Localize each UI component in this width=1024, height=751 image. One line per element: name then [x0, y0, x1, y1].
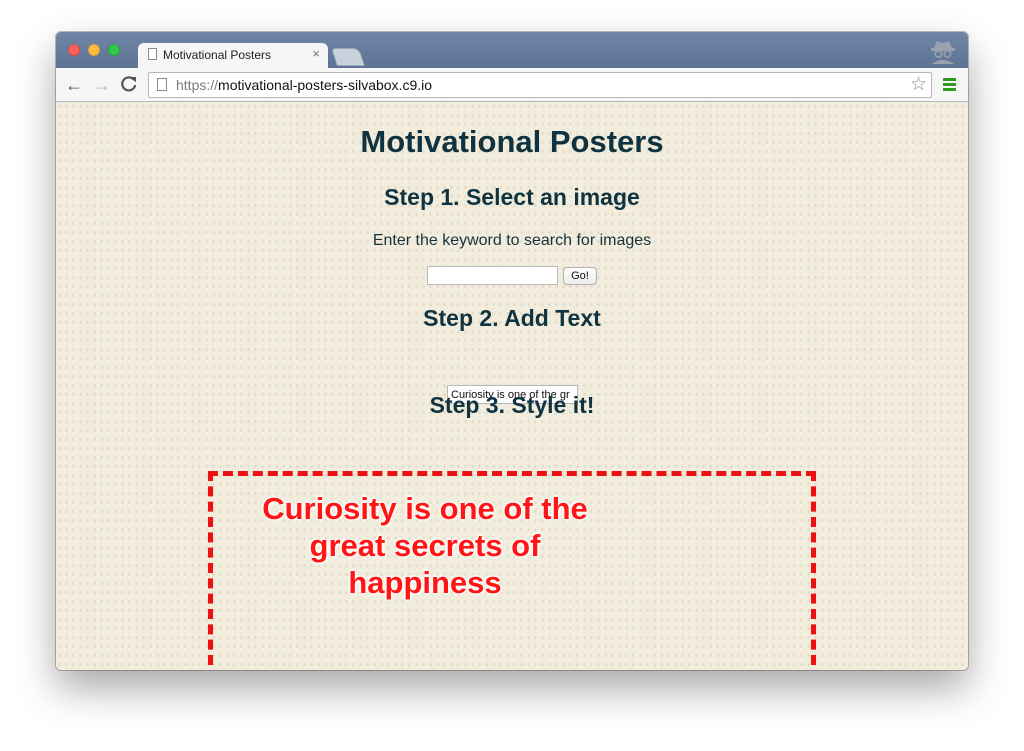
page-icon	[157, 78, 167, 91]
address-bar[interactable]: https://motivational-posters-silvabox.c9…	[148, 72, 932, 98]
url-scheme: https://	[176, 77, 219, 93]
close-window-button[interactable]	[68, 44, 80, 56]
zoom-window-button[interactable]	[108, 44, 120, 56]
step2-heading: Step 2. Add Text	[423, 305, 601, 331]
page-content: Motivational Posters Step 1. Select an i…	[56, 102, 968, 670]
forward-arrow-icon[interactable]: →	[92, 75, 112, 95]
browser-toolbar: ← → https://motivational-posters-silvabo…	[56, 68, 968, 102]
tab-motivational-posters[interactable]: Motivational Posters ×	[138, 43, 328, 68]
url-host: motivational-posters-silvabox.c9.io	[218, 77, 433, 93]
menu-bar	[943, 88, 956, 91]
tab-strip: Motivational Posters ×	[56, 32, 968, 68]
url-text[interactable]: https://motivational-posters-silvabox.c9…	[176, 77, 432, 93]
poster-caption[interactable]: Curiosity is one of the great secrets of…	[245, 490, 605, 601]
menu-icon[interactable]	[943, 78, 956, 92]
page-title: Motivational Posters	[360, 124, 664, 159]
menu-bar	[943, 78, 956, 81]
search-instruction: Enter the keyword to search for images	[372, 232, 652, 249]
menu-bar	[943, 83, 956, 86]
tab-title: Motivational Posters	[163, 48, 272, 62]
step3-heading: Step 3. Style it!	[429, 392, 595, 418]
incognito-icon	[931, 41, 955, 64]
bookmark-star-icon[interactable]: ☆	[910, 74, 927, 96]
minimize-window-button[interactable]	[88, 44, 100, 56]
step1-heading: Step 1. Select an image	[384, 184, 640, 210]
search-input[interactable]	[427, 266, 558, 285]
reload-icon[interactable]	[119, 75, 139, 95]
page-icon	[148, 48, 157, 60]
poster-preview[interactable]: Curiosity is one of the great secrets of…	[208, 471, 816, 670]
browser-window: Motivational Posters × ← → https://motiv…	[56, 32, 968, 670]
reload-glyph	[121, 76, 137, 92]
go-button[interactable]: Go!	[563, 267, 597, 285]
new-tab-button[interactable]	[331, 48, 365, 66]
back-arrow-icon[interactable]: ←	[64, 75, 84, 95]
tab-close-icon[interactable]: ×	[312, 46, 320, 62]
